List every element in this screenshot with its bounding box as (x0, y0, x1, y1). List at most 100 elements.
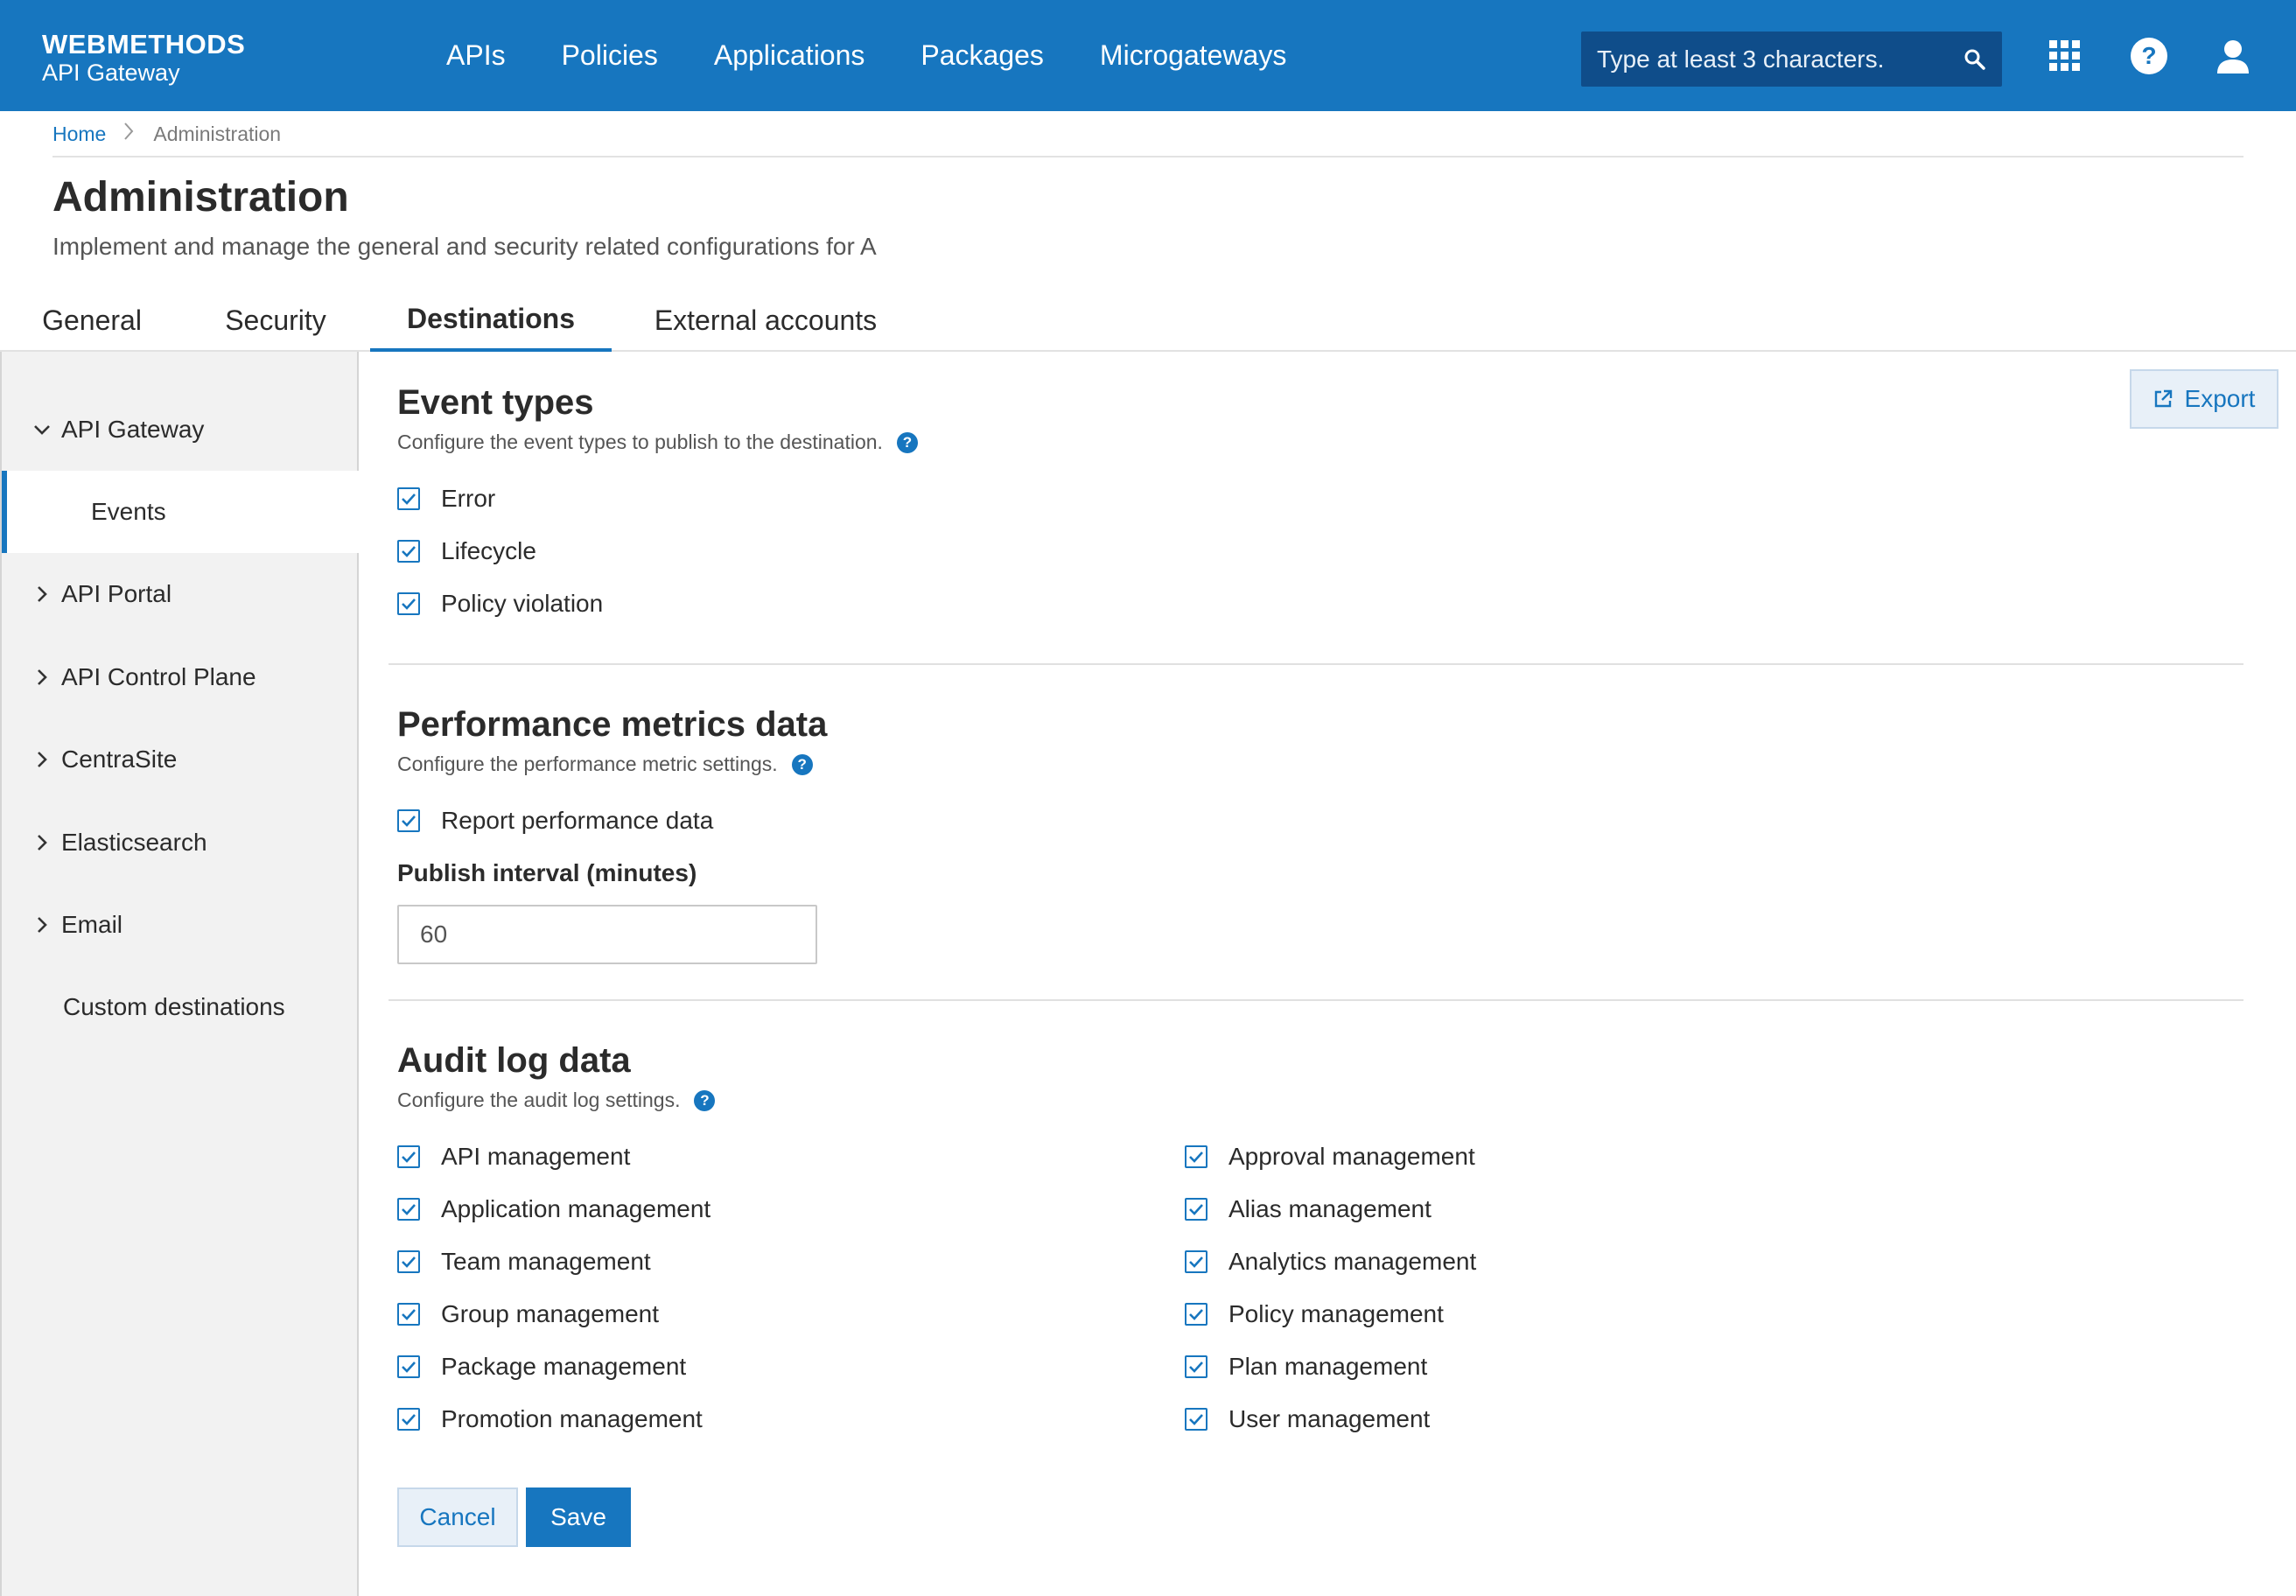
audit-group-management: Group management (397, 1300, 659, 1328)
checkbox-label: Lifecycle (441, 537, 536, 564)
brand-title: WEBMETHODS (42, 29, 246, 60)
help-icon[interactable]: ? (896, 431, 918, 453)
audit-api-management: API management (397, 1143, 630, 1171)
checkbox-label: Analytics management (1228, 1248, 1477, 1275)
event-type-error: Error (397, 485, 495, 513)
sidebar-item-label: API Gateway (61, 416, 205, 443)
checkbox-checked-icon[interactable] (397, 1303, 420, 1326)
audit-user-management: User management (1185, 1405, 1430, 1433)
checkbox-checked-icon[interactable] (397, 487, 420, 510)
tab-security[interactable]: Security (201, 289, 350, 352)
checkbox-checked-icon[interactable] (397, 1198, 420, 1221)
checkbox-checked-icon[interactable] (397, 809, 420, 832)
event-type-lifecycle: Lifecycle (397, 537, 536, 565)
checkbox-label: User management (1228, 1405, 1431, 1432)
tab-external-accounts[interactable]: External accounts (639, 289, 892, 352)
checkbox-checked-icon[interactable] (1185, 1408, 1208, 1431)
sidebar-item-label: Elasticsearch (61, 829, 207, 856)
breadcrumb-current: Administration (153, 122, 282, 145)
sidebar-item-api-control-plane[interactable]: API Control Plane (2, 636, 359, 718)
checkbox-checked-icon[interactable] (397, 1250, 420, 1273)
sidebar-item-email[interactable]: Email (2, 884, 359, 966)
checkbox-checked-icon[interactable] (397, 1355, 420, 1378)
audit-alias-management: Alias management (1185, 1195, 1432, 1223)
sidebar-item-centrasite[interactable]: CentraSite (2, 718, 359, 801)
section-divider (388, 663, 2244, 665)
checkbox-label: Promotion management (441, 1405, 703, 1432)
help-icon[interactable]: ? (791, 753, 813, 775)
audit-team-management: Team management (397, 1248, 651, 1276)
nav-microgateways[interactable]: Microgateways (1100, 39, 1286, 72)
export-button[interactable]: Export (2130, 369, 2278, 429)
sidebar-item-label: CentraSite (61, 746, 178, 773)
checkbox-checked-icon[interactable] (1185, 1355, 1208, 1378)
checkbox-label: Group management (441, 1300, 660, 1327)
checkbox-label: Alias management (1228, 1195, 1432, 1222)
tab-general[interactable]: General (26, 289, 158, 352)
help-icon[interactable]: ? (694, 1089, 716, 1111)
chevron-right-icon (26, 578, 58, 610)
page-description: Implement and manage the general and sec… (52, 233, 877, 260)
cancel-button[interactable]: Cancel (397, 1488, 518, 1547)
nav-policies[interactable]: Policies (562, 39, 658, 72)
publish-interval-input[interactable] (397, 905, 817, 964)
brand-logo[interactable]: WEBMETHODS API Gateway (42, 29, 246, 87)
top-header: WEBMETHODS API Gateway APIs Policies App… (0, 0, 2296, 111)
page-title: Administration (52, 174, 349, 220)
sidebar-item-label: Email (61, 911, 123, 938)
checkbox-checked-icon[interactable] (397, 1145, 420, 1168)
event-types-description: Configure the event types to publish to … (397, 430, 918, 454)
checkbox-checked-icon[interactable] (397, 1408, 420, 1431)
sidebar-item-api-portal[interactable]: API Portal (2, 553, 359, 635)
checkbox-label: Error (441, 485, 496, 512)
checkbox-label: Approval management (1228, 1143, 1475, 1170)
checkbox-checked-icon[interactable] (1185, 1250, 1208, 1273)
checkbox-label: API management (441, 1143, 631, 1170)
chevron-right-icon (26, 744, 58, 775)
help-icon[interactable]: ? (2124, 32, 2174, 80)
nav-apis[interactable]: APIs (446, 39, 506, 72)
sidebar-item-label: Custom destinations (63, 993, 285, 1020)
app-grid-icon[interactable] (2040, 32, 2090, 80)
audit-application-management: Application management (397, 1195, 710, 1223)
chevron-right-icon (26, 909, 58, 941)
audit-approval-management: Approval management (1185, 1143, 1475, 1171)
checkbox-label: Report performance data (441, 807, 714, 834)
search-input[interactable] (1597, 45, 1964, 74)
nav-packages[interactable]: Packages (920, 39, 1044, 72)
user-icon[interactable] (2208, 32, 2258, 80)
audit-log-description: Configure the audit log settings. ? (397, 1088, 716, 1112)
nav-applications[interactable]: Applications (714, 39, 865, 72)
sidebar-item-custom-destinations[interactable]: Custom destinations (2, 966, 359, 1048)
sidebar-item-events[interactable]: Events (2, 471, 359, 553)
audit-promotion-management: Promotion management (397, 1405, 703, 1433)
audit-analytics-management: Analytics management (1185, 1248, 1476, 1276)
search-icon[interactable] (1964, 48, 1986, 71)
sidebar-item-label: Events (91, 498, 166, 525)
performance-description: Configure the performance metric setting… (397, 752, 813, 776)
chevron-right-icon (26, 827, 58, 858)
publish-interval-label: Publish interval (minutes) (397, 859, 697, 886)
breadcrumb: Home Administration (52, 121, 281, 147)
checkbox-checked-icon[interactable] (1185, 1303, 1208, 1326)
checkbox-label: Policy management (1228, 1300, 1444, 1327)
checkbox-checked-icon[interactable] (397, 540, 420, 563)
breadcrumb-divider (52, 156, 2244, 158)
checkbox-checked-icon[interactable] (397, 592, 420, 615)
sidebar-item-api-gateway[interactable]: API Gateway (2, 388, 359, 471)
section-divider (388, 999, 2244, 1001)
sidebar-item-elasticsearch[interactable]: Elasticsearch (2, 802, 359, 884)
checkbox-checked-icon[interactable] (1185, 1198, 1208, 1221)
destination-settings-panel: Export Event types Configure the event t… (359, 352, 2296, 1596)
audit-policy-management: Policy management (1185, 1300, 1444, 1328)
save-button[interactable]: Save (526, 1488, 631, 1547)
performance-title: Performance metrics data (397, 705, 828, 744)
checkbox-checked-icon[interactable] (1185, 1145, 1208, 1168)
breadcrumb-home[interactable]: Home (52, 122, 106, 146)
tab-destinations[interactable]: Destinations (370, 289, 612, 352)
event-type-policy-violation: Policy violation (397, 590, 603, 618)
checkbox-label: Team management (441, 1248, 651, 1275)
chevron-right-icon (26, 662, 58, 693)
audit-package-management: Package management (397, 1353, 686, 1381)
tab-bar: General Security Destinations External a… (0, 289, 2296, 352)
